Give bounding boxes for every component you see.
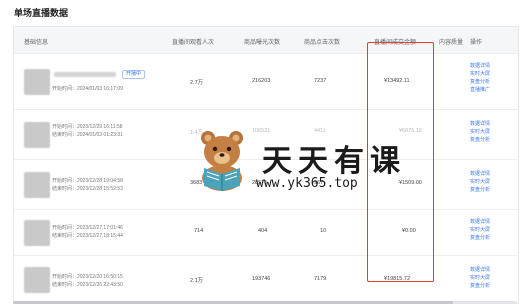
viewers-value: 2.1万 [190, 278, 204, 284]
table-row: 开播中 开始时间：2024/01/03 16:17:09 2.7万 216203… [14, 53, 518, 110]
review-analysis-link[interactable]: 复盘分析 [470, 234, 490, 242]
data-detail-link[interactable]: 数据详情 [470, 120, 490, 128]
clicks-value: 10 [320, 228, 327, 234]
table-row: 开始时间：2023/12/27 17:01:46 结束时间：2023/12/27… [14, 209, 518, 256]
data-detail-link[interactable]: 数据详情 [470, 218, 490, 226]
end-time: 结束时间：2023/12/27 18:15:44 [52, 233, 123, 239]
row-actions: 数据详情 实时大屏 复盘分析 [470, 170, 490, 194]
review-analysis-link[interactable]: 复盘分析 [470, 186, 490, 194]
exposures-value: 193746 [252, 276, 271, 282]
cover-thumbnail [24, 69, 50, 95]
bear-reading-icon [201, 131, 243, 191]
clicks-value: 4411 [314, 128, 326, 134]
cover-thumbnail [24, 172, 50, 198]
data-detail-link[interactable]: 数据详情 [470, 266, 490, 274]
end-time: 结束时间：2023/12/26 22:43:50 [52, 282, 123, 288]
table-row: 开始时间：2023/12/20 16:50:15 结束时间：2023/12/26… [14, 255, 518, 304]
exposures-value: 404 [258, 228, 268, 234]
blurred-title [54, 72, 116, 77]
row-actions: 数据详情 实时大屏 复盘分析 [470, 266, 490, 290]
exposures-value: 106521 [252, 128, 271, 134]
cover-thumbnail [24, 267, 50, 293]
realtime-screen-link[interactable]: 实时大屏 [470, 128, 490, 136]
start-time: 开始时间：2023/12/28 19:04:58 [52, 178, 123, 184]
end-time: 结束时间：2024/01/03 01:23:31 [52, 132, 123, 138]
page-title: 单场直播数据 [14, 8, 69, 18]
end-time: 结束时间：2023/12/28 15:52:53 [52, 186, 123, 192]
realtime-screen-link[interactable]: 实时大屏 [470, 226, 490, 234]
review-analysis-link[interactable]: 复盘分析 [470, 78, 490, 86]
review-analysis-link[interactable]: 复盘分析 [470, 136, 490, 144]
start-time: 开始时间：2023/12/29 16:11:58 [52, 124, 123, 130]
clicks-value: 7179 [314, 276, 327, 282]
data-detail-link[interactable]: 数据详情 [470, 170, 490, 178]
realtime-screen-link[interactable]: 实时大屏 [470, 70, 490, 78]
data-detail-link[interactable]: 数据详情 [470, 62, 490, 70]
realtime-screen-link[interactable]: 实时大屏 [470, 274, 490, 282]
exposures-value: 216203 [252, 78, 271, 84]
row-actions: 数据详情 实时大屏 复盘分析 直播推广 [470, 62, 490, 94]
horizontal-scrollbar-thumb[interactable] [13, 301, 453, 304]
live-status-tag: 开播中 [122, 70, 146, 79]
start-time: 开始时间：2023/12/20 16:50:15 [52, 274, 123, 280]
start-time: 开始时间：2023/12/27 17:01:46 [52, 225, 123, 231]
watermark-text: 天天有课 [262, 144, 406, 179]
col-exposures[interactable]: 商品曝光次数 [244, 37, 280, 46]
viewers-value: 2.7万 [190, 80, 204, 86]
clicks-value: 7237 [314, 78, 327, 84]
cover-thumbnail [24, 220, 50, 246]
col-viewers[interactable]: 直播间观看人次 [172, 37, 214, 46]
col-quality: 内容质量 [439, 40, 464, 46]
start-time: 开始时间：2024/01/03 16:17:09 [52, 86, 123, 92]
cover-thumbnail [24, 122, 50, 148]
review-analysis-link[interactable]: 复盘分析 [470, 282, 490, 290]
table-header: 基础信息 直播间观看人次 商品曝光次数 商品点击次数 直播间成交金额 内容质量 … [14, 27, 518, 53]
row-actions: 数据详情 实时大屏 复盘分析 [470, 120, 490, 144]
viewers-value: 714 [194, 228, 204, 234]
row-actions: 数据详情 实时大屏 复盘分析 [470, 218, 490, 242]
realtime-screen-link[interactable]: 实时大屏 [470, 178, 490, 186]
col-clicks[interactable]: 商品点击次数 [304, 37, 340, 46]
live-promotion-link[interactable]: 直播推广 [470, 86, 490, 94]
col-basic-info: 基础信息 [24, 40, 49, 46]
watermark-url: www.yk365.top [256, 176, 358, 191]
col-actions: 操作 [470, 40, 483, 46]
